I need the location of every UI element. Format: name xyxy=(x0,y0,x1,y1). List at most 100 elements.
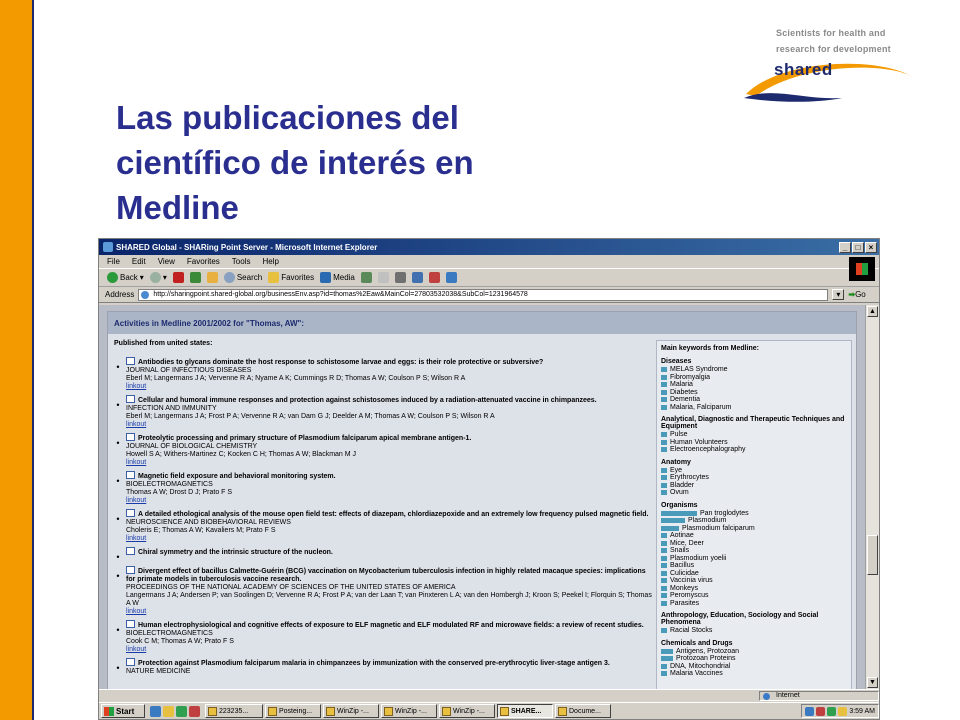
keyword-item[interactable]: Fibromyalgia xyxy=(661,374,847,382)
messenger-icon[interactable] xyxy=(445,272,457,283)
favorites-button[interactable]: Favorites xyxy=(268,272,314,283)
home-icon[interactable] xyxy=(206,272,218,283)
linkout-link[interactable]: linkout xyxy=(126,608,652,616)
linkout-link[interactable]: linkout xyxy=(126,421,652,429)
keyword-item[interactable]: Vaccinia virus xyxy=(661,577,847,585)
antivirus-tray-icon[interactable] xyxy=(816,706,826,716)
sync-tray-icon[interactable] xyxy=(827,706,837,716)
keyword-item[interactable]: Aotinae xyxy=(661,532,847,540)
keyword-item[interactable]: Culicidae xyxy=(661,570,847,578)
mail-icon[interactable] xyxy=(377,272,389,283)
keyword-item[interactable]: MELAS Syndrome xyxy=(661,366,847,374)
history-icon[interactable] xyxy=(360,272,372,283)
keyword-item[interactable]: Pan troglodytes xyxy=(661,510,847,518)
discuss-icon[interactable] xyxy=(428,272,440,283)
publication-title[interactable]: A detailed ethological analysis of the m… xyxy=(126,509,652,519)
desktop-quicklaunch-icon[interactable] xyxy=(176,705,187,717)
keyword-item[interactable]: Diabetes xyxy=(661,389,847,397)
search-button[interactable]: Search xyxy=(223,272,262,283)
vertical-scrollbar[interactable]: ▲ ▼ xyxy=(865,305,879,689)
minimize-button[interactable]: _ xyxy=(839,241,851,253)
taskbar-task[interactable]: Posteing... xyxy=(265,704,321,718)
maximize-button[interactable]: □ xyxy=(852,241,864,253)
keyword-item[interactable]: Racial Stocks xyxy=(661,627,847,635)
keyword-item[interactable]: Parasites xyxy=(661,600,847,608)
publication-title[interactable]: Magnetic field exposure and behavioral m… xyxy=(126,471,652,481)
scroll-up-icon[interactable]: ▲ xyxy=(867,306,878,317)
keyword-item[interactable]: Snails xyxy=(661,547,847,555)
publication-title[interactable]: Proteolytic processing and primary struc… xyxy=(126,433,652,443)
keyword-item[interactable]: Plasmodium xyxy=(661,517,847,525)
keyword-item[interactable]: DNA, Mitochondrial xyxy=(661,663,847,671)
keyword-item[interactable]: Malaria Vaccines xyxy=(661,670,847,678)
abstract-icon[interactable] xyxy=(126,620,135,628)
taskbar-task[interactable]: WinZip -... xyxy=(323,704,379,718)
keyword-item[interactable]: Mice, Deer xyxy=(661,540,847,548)
media-quicklaunch-icon[interactable] xyxy=(189,705,200,717)
keyword-item[interactable]: Plasmodium yoelii xyxy=(661,555,847,563)
linkout-link[interactable]: linkout xyxy=(126,646,652,654)
keyword-item[interactable]: Peromyscus xyxy=(661,592,847,600)
window-titlebar[interactable]: SHARED Global - SHARing Point Server - M… xyxy=(99,239,879,255)
network-tray-icon[interactable] xyxy=(805,706,815,716)
refresh-icon[interactable] xyxy=(189,272,201,283)
abstract-icon[interactable] xyxy=(126,547,135,555)
abstract-icon[interactable] xyxy=(126,357,135,365)
scroll-down-icon[interactable]: ▼ xyxy=(867,677,878,688)
stop-icon[interactable] xyxy=(172,272,184,283)
taskbar-task[interactable]: WinZip -... xyxy=(381,704,437,718)
keyword-item[interactable]: Malaria, Falciparum xyxy=(661,404,847,412)
go-button[interactable]: ➡Go xyxy=(848,290,865,299)
keyword-item[interactable]: Pulse xyxy=(661,431,847,439)
start-button[interactable]: Start xyxy=(101,704,145,718)
keyword-item[interactable]: Dementia xyxy=(661,396,847,404)
scroll-thumb[interactable] xyxy=(867,535,878,575)
keyword-item[interactable]: Bladder xyxy=(661,482,847,490)
keyword-item[interactable]: Antigens, Protozoan xyxy=(661,648,847,656)
address-dropdown-icon[interactable]: ▾ xyxy=(832,289,845,300)
linkout-link[interactable]: linkout xyxy=(126,383,652,391)
menu-favorites[interactable]: Favorites xyxy=(187,257,220,266)
close-button[interactable]: × xyxy=(865,241,877,253)
keyword-item[interactable]: Plasmodium falciparum xyxy=(661,525,847,533)
publication-title[interactable]: Cellular and humoral immune responses an… xyxy=(126,395,652,405)
keyword-item[interactable]: Electroencephalography xyxy=(661,446,847,454)
abstract-icon[interactable] xyxy=(126,395,135,403)
publication-title[interactable]: Antibodies to glycans dominate the host … xyxy=(126,357,652,367)
publication-title[interactable]: Human electrophysiological and cognitive… xyxy=(126,620,652,630)
outlook-quicklaunch-icon[interactable] xyxy=(163,705,174,717)
forward-button[interactable]: ▾ xyxy=(149,272,167,283)
taskbar-task[interactable]: WinZip -... xyxy=(439,704,495,718)
publication-title[interactable]: Divergent effect of bacillus Calmette-Gu… xyxy=(126,566,652,584)
ie-quicklaunch-icon[interactable] xyxy=(150,705,161,717)
volume-tray-icon[interactable] xyxy=(838,706,848,716)
taskbar-task[interactable]: SHARE... xyxy=(497,704,553,718)
abstract-icon[interactable] xyxy=(126,433,135,441)
linkout-link[interactable]: linkout xyxy=(126,535,652,543)
keyword-item[interactable]: Monkeys xyxy=(661,585,847,593)
linkout-link[interactable]: linkout xyxy=(126,497,652,505)
menu-help[interactable]: Help xyxy=(262,257,278,266)
abstract-icon[interactable] xyxy=(126,566,135,574)
address-input[interactable]: http://sharingpoint.shared-global.org/bu… xyxy=(138,288,829,301)
keyword-item[interactable]: Malaria xyxy=(661,381,847,389)
keyword-item[interactable]: Erythrocytes xyxy=(661,474,847,482)
menu-view[interactable]: View xyxy=(158,257,175,266)
publication-title[interactable]: Chiral symmetry and the intrinsic struct… xyxy=(126,547,652,557)
linkout-link[interactable]: linkout xyxy=(126,459,652,467)
menu-edit[interactable]: Edit xyxy=(132,257,146,266)
keyword-item[interactable]: Human Volunteers xyxy=(661,439,847,447)
menu-file[interactable]: File xyxy=(107,257,120,266)
abstract-icon[interactable] xyxy=(126,471,135,479)
keyword-item[interactable]: Bacillus xyxy=(661,562,847,570)
menu-tools[interactable]: Tools xyxy=(232,257,251,266)
taskbar-task[interactable]: Docume... xyxy=(555,704,611,718)
keyword-item[interactable]: Eye xyxy=(661,467,847,475)
taskbar-task[interactable]: 223235... xyxy=(205,704,263,718)
publication-title[interactable]: Protection against Plasmodium falciparum… xyxy=(126,658,652,668)
edit-icon[interactable] xyxy=(411,272,423,283)
keyword-item[interactable]: Ovum xyxy=(661,489,847,497)
print-icon[interactable] xyxy=(394,272,406,283)
abstract-icon[interactable] xyxy=(126,509,135,517)
keyword-item[interactable]: Protozoan Proteins xyxy=(661,655,847,663)
